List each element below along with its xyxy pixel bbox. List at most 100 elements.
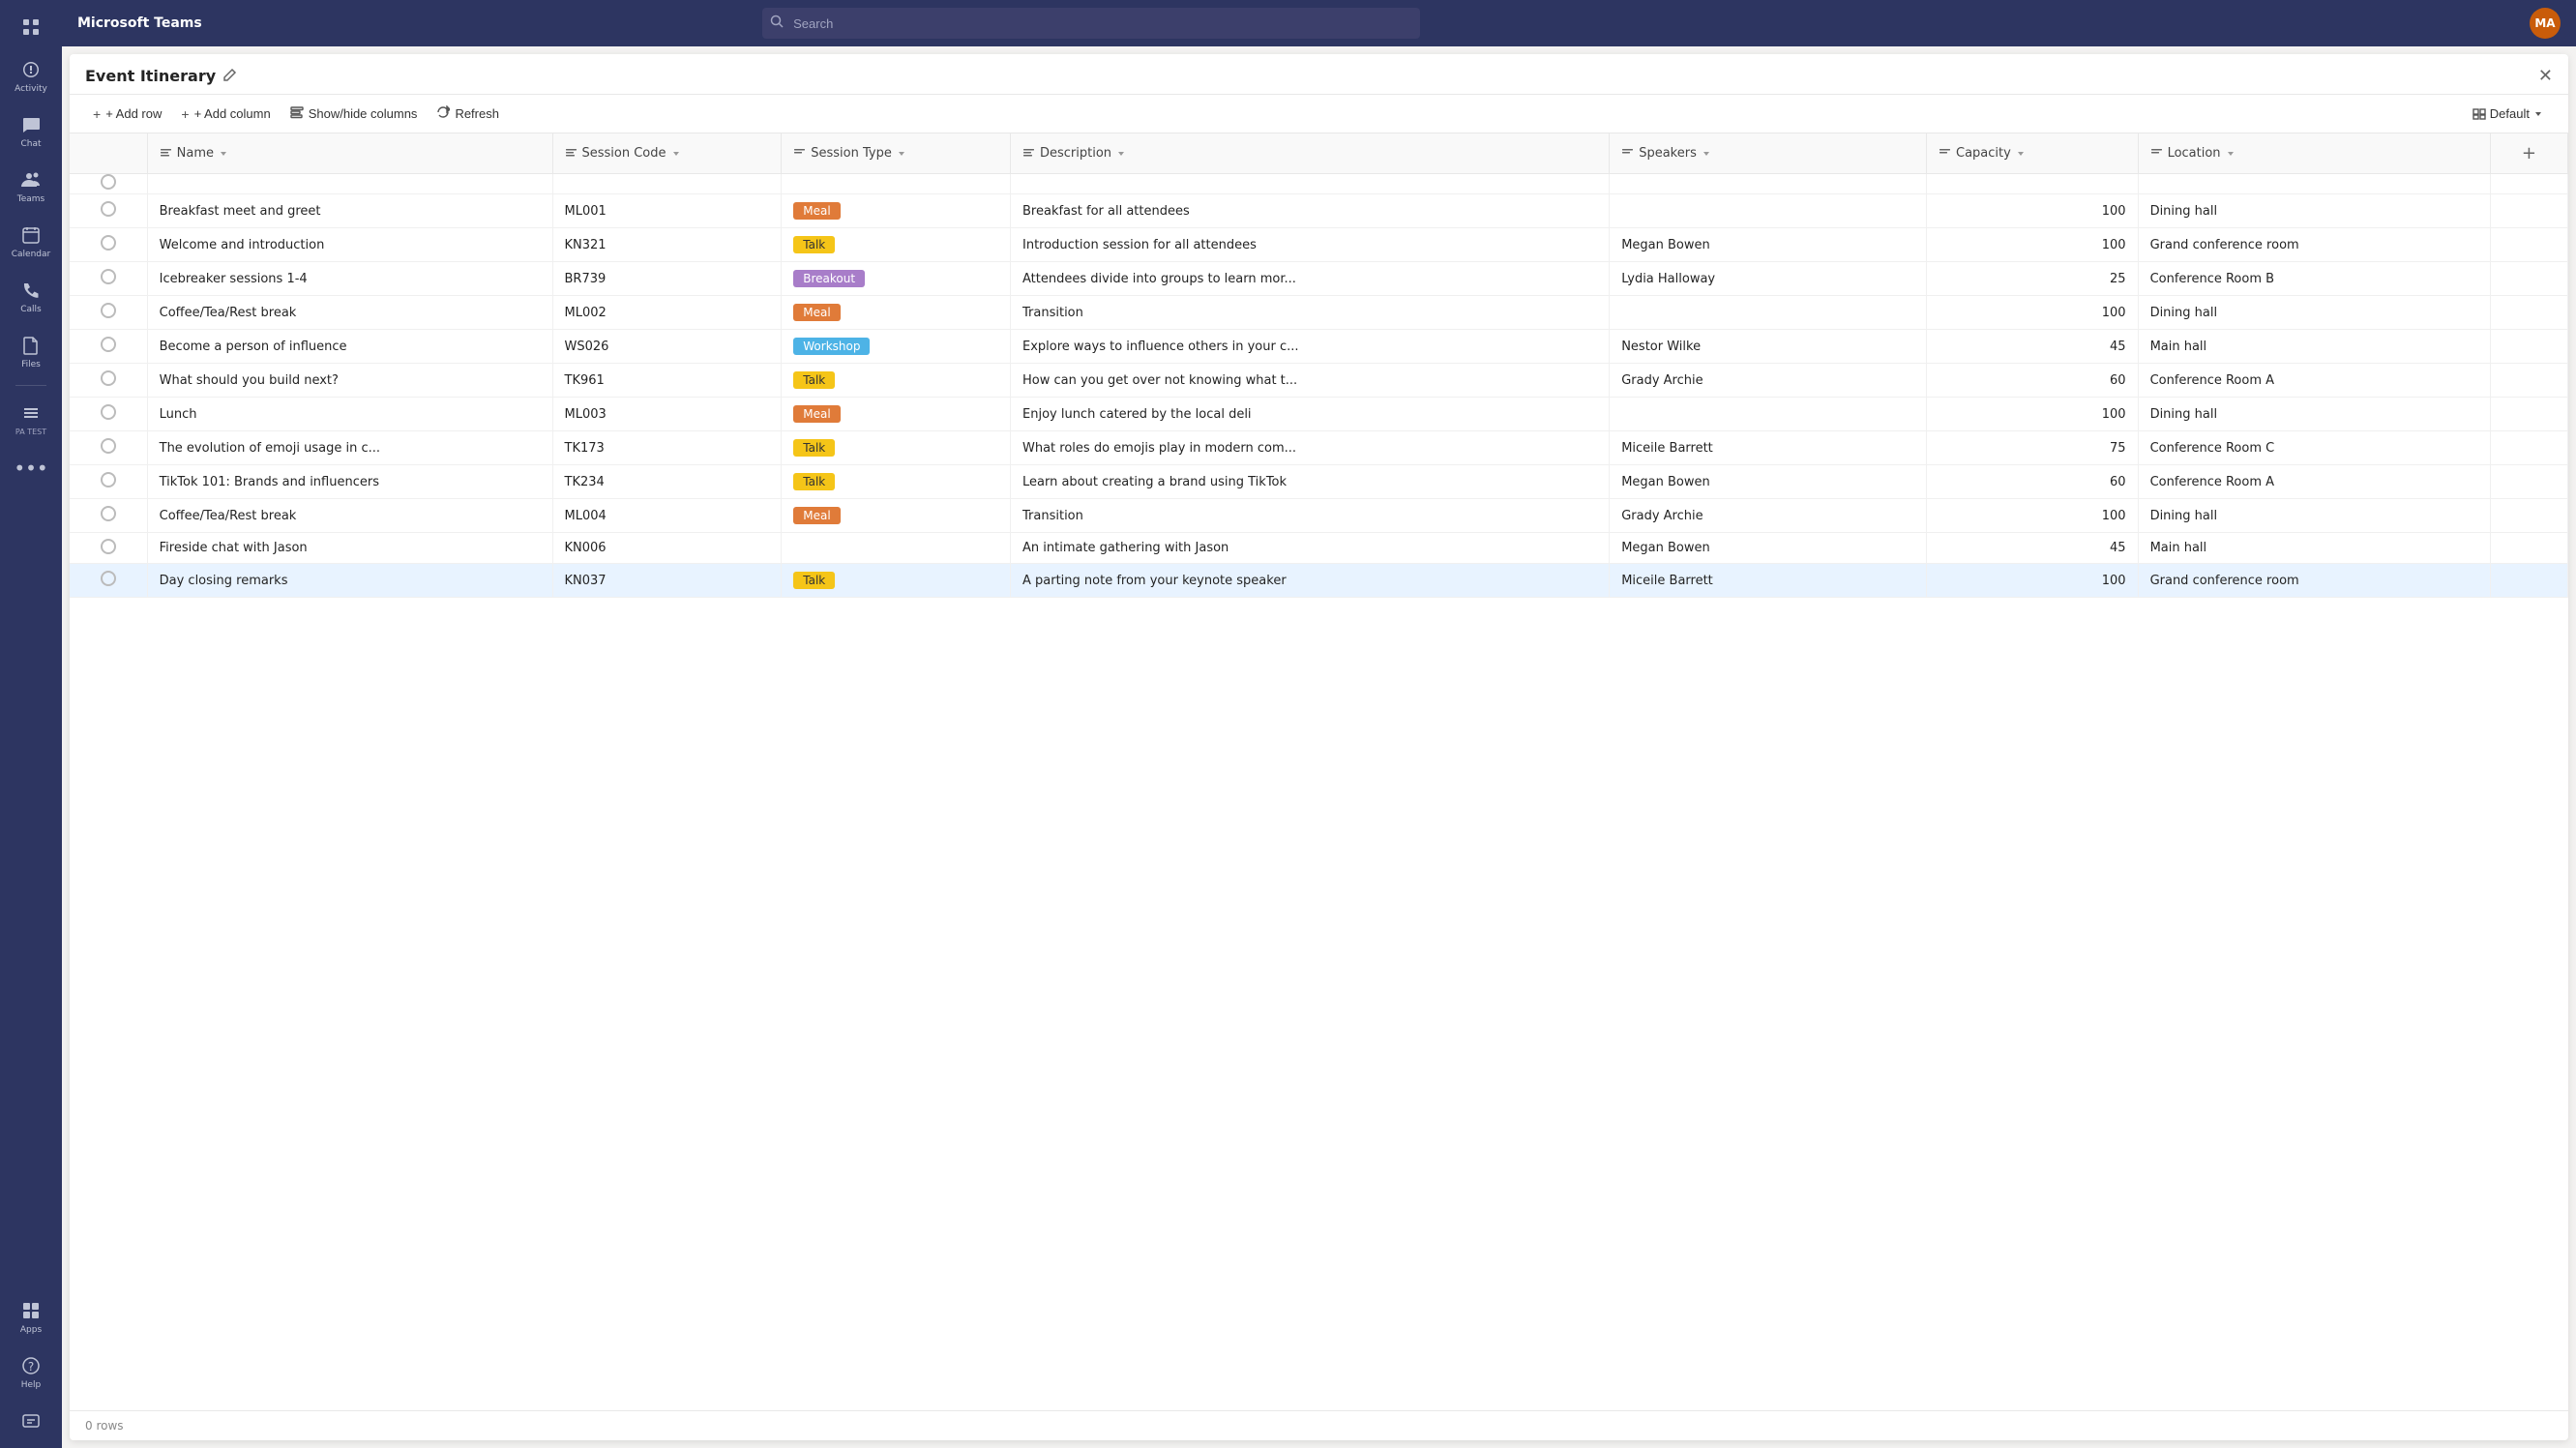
row-name: Breakfast meet and greet — [147, 194, 552, 228]
row-extra — [2490, 194, 2567, 228]
sidebar-item-chat[interactable]: Chat — [0, 105, 62, 157]
row-check[interactable] — [70, 330, 147, 364]
avatar[interactable]: MA — [2530, 8, 2561, 39]
row-check[interactable] — [70, 262, 147, 296]
row-checkbox[interactable] — [101, 370, 116, 386]
row-checkbox[interactable] — [101, 201, 116, 217]
col-header-name[interactable]: Name — [147, 133, 552, 174]
topbar-right: MA — [2530, 8, 2561, 39]
row-name: Welcome and introduction — [147, 228, 552, 262]
sidebar-item-pa-test[interactable]: PA TEST — [0, 394, 62, 445]
row-extra — [2490, 499, 2567, 533]
table-row[interactable]: Lunch ML003 Meal Enjoy lunch catered by … — [70, 398, 2568, 431]
itinerary-table: Name Session Code — [70, 133, 2568, 598]
col-header-location[interactable]: Location — [2138, 133, 2490, 174]
row-checkbox[interactable] — [101, 539, 116, 554]
sidebar-item-help[interactable]: ? Help — [0, 1346, 62, 1398]
sidebar-item-calendar[interactable]: Calendar — [0, 216, 62, 267]
location-col-icon — [2150, 147, 2163, 160]
table-row[interactable]: Become a person of influence WS026 Works… — [70, 330, 2568, 364]
row-check[interactable] — [70, 533, 147, 564]
table-row[interactable]: Coffee/Tea/Rest break ML002 Meal Transit… — [70, 296, 2568, 330]
toolbar-right: Default — [2463, 102, 2553, 126]
row-check[interactable] — [70, 228, 147, 262]
table-row[interactable]: Day closing remarks KN037 Talk A parting… — [70, 564, 2568, 598]
row-capacity: 45 — [1927, 533, 2139, 564]
sidebar-item-teams[interactable]: Teams — [0, 161, 62, 212]
edit-icon[interactable] — [223, 68, 237, 85]
row-speakers: Megan Bowen — [1610, 465, 1927, 499]
row-capacity: 100 — [1927, 194, 2139, 228]
row-extra-empty — [2490, 174, 2567, 194]
row-description: What roles do emojis play in modern com.… — [1011, 431, 1610, 465]
row-speakers: Lydia Halloway — [1610, 262, 1927, 296]
table-row[interactable]: What should you build next? TK961 Talk H… — [70, 364, 2568, 398]
row-location: Grand conference room — [2138, 564, 2490, 598]
row-checkbox[interactable] — [101, 472, 116, 488]
add-row-button[interactable]: + + Add row — [85, 102, 169, 127]
col-header-speakers[interactable]: Speakers — [1610, 133, 1927, 174]
sidebar-item-feedback[interactable] — [0, 1402, 62, 1440]
location-sort-icon — [2226, 149, 2235, 159]
row-checkbox[interactable] — [101, 506, 116, 521]
show-hide-button[interactable]: Show/hide columns — [282, 101, 426, 127]
row-check[interactable] — [70, 194, 147, 228]
sidebar-item-more[interactable]: ••• — [0, 449, 62, 488]
table-row[interactable]: Welcome and introduction KN321 Talk Intr… — [70, 228, 2568, 262]
row-checkbox[interactable] — [101, 571, 116, 586]
row-location: Main hall — [2138, 330, 2490, 364]
sidebar-item-apps[interactable]: Apps — [0, 1291, 62, 1343]
table-container[interactable]: Name Session Code — [70, 133, 2568, 1410]
row-check[interactable] — [70, 499, 147, 533]
refresh-label: Refresh — [455, 106, 499, 121]
event-itinerary-panel: Event Itinerary ✕ + + Add row + + Add co… — [70, 54, 2568, 1440]
row-checkbox[interactable] — [101, 337, 116, 352]
table-row-empty[interactable] — [70, 174, 2568, 194]
search-input[interactable] — [762, 8, 1420, 39]
col-header-session-code[interactable]: Session Code — [552, 133, 782, 174]
row-check[interactable] — [70, 431, 147, 465]
row-check[interactable] — [70, 398, 147, 431]
row-check[interactable] — [70, 564, 147, 598]
sidebar-item-calls[interactable]: Calls — [0, 271, 62, 322]
table-row[interactable]: Coffee/Tea/Rest break ML004 Meal Transit… — [70, 499, 2568, 533]
row-location: Grand conference room — [2138, 228, 2490, 262]
row-checkbox[interactable] — [101, 438, 116, 454]
row-capacity: 100 — [1927, 296, 2139, 330]
table-row[interactable]: Icebreaker sessions 1-4 BR739 Breakout A… — [70, 262, 2568, 296]
row-speakers: Miceile Barrett — [1610, 431, 1927, 465]
row-check[interactable] — [70, 364, 147, 398]
close-icon[interactable]: ✕ — [2538, 66, 2553, 86]
refresh-button[interactable]: Refresh — [429, 101, 507, 127]
row-location-empty — [2138, 174, 2490, 194]
sidebar-item-activity[interactable]: Activity — [0, 50, 62, 102]
table-row[interactable]: TikTok 101: Brands and influencers TK234… — [70, 465, 2568, 499]
row-checkbox[interactable] — [101, 303, 116, 318]
table-row[interactable]: Breakfast meet and greet ML001 Meal Brea… — [70, 194, 2568, 228]
row-check[interactable] — [70, 296, 147, 330]
row-speakers — [1610, 398, 1927, 431]
col-header-capacity[interactable]: Capacity — [1927, 133, 2139, 174]
sidebar-divider — [15, 385, 46, 386]
row-check[interactable] — [70, 465, 147, 499]
col-header-add[interactable]: + — [2490, 133, 2567, 174]
default-view-button[interactable]: Default — [2463, 102, 2553, 126]
sidebar-item-apps-grid[interactable] — [0, 8, 62, 46]
row-capacity-empty — [1927, 174, 2139, 194]
add-column-button[interactable]: + + Add column — [173, 102, 278, 127]
col-header-session-type[interactable]: Session Type — [782, 133, 1011, 174]
table-row[interactable]: Fireside chat with Jason KN006 An intima… — [70, 533, 2568, 564]
row-extra — [2490, 533, 2567, 564]
row-check-empty[interactable] — [70, 174, 147, 194]
row-checkbox[interactable] — [101, 269, 116, 284]
row-checkbox[interactable] — [101, 235, 116, 251]
row-checkbox-empty[interactable] — [101, 174, 116, 190]
sidebar-item-files[interactable]: Files — [0, 326, 62, 377]
row-type-empty — [782, 174, 1011, 194]
col-header-description[interactable]: Description — [1011, 133, 1610, 174]
row-location: Conference Room C — [2138, 431, 2490, 465]
apps-icon — [19, 1299, 43, 1322]
table-row[interactable]: The evolution of emoji usage in c... TK1… — [70, 431, 2568, 465]
row-checkbox[interactable] — [101, 404, 116, 420]
row-session-code: BR739 — [552, 262, 782, 296]
